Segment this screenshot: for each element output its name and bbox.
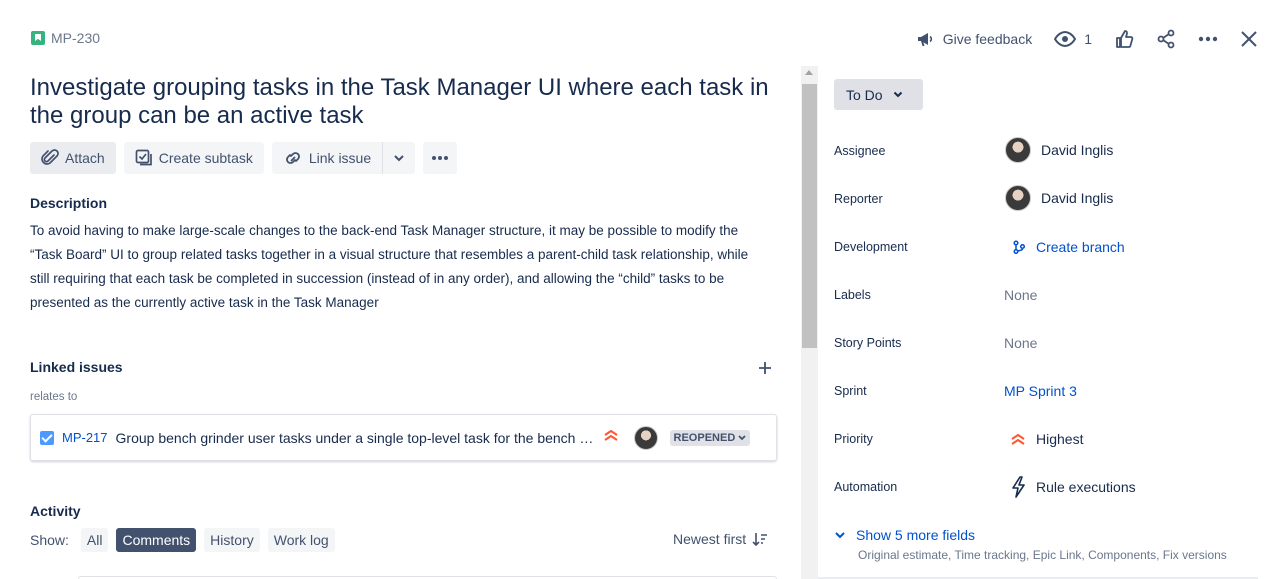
description-heading: Description [30, 195, 108, 211]
eye-icon [1054, 31, 1077, 47]
chevron-down-icon [738, 434, 746, 440]
create-subtask-label: Create subtask [158, 150, 253, 166]
chevron-down-icon [394, 155, 404, 162]
link-icon [285, 152, 300, 164]
reporter-value: David Inglis [1041, 190, 1114, 206]
issue-key[interactable]: MP-230 [51, 30, 100, 46]
share-button[interactable] [1156, 29, 1176, 49]
paperclip-icon [41, 149, 59, 165]
issue-title[interactable]: Investigate grouping tasks in the Task M… [30, 74, 770, 130]
assignee-value: David Inglis [1041, 142, 1114, 158]
linked-issue-key[interactable]: MP-217 [62, 430, 108, 445]
plus-icon [759, 362, 771, 374]
sprint-value[interactable]: MP Sprint 3 [1004, 383, 1077, 399]
share-icon [1157, 29, 1175, 49]
give-feedback-label: Give feedback [942, 31, 1033, 47]
thumbs-up-icon [1116, 30, 1134, 48]
reporter-field[interactable]: David Inglis [1005, 185, 1113, 211]
sort-icon [752, 533, 768, 546]
status-lozenge-label: REOPENED [673, 431, 736, 444]
issue-key-breadcrumb[interactable]: MP-230 [31, 30, 100, 46]
show-label: Show: [30, 532, 69, 548]
create-subtask-button[interactable]: Create subtask [123, 142, 264, 174]
link-issue-split-button: Link issue [271, 142, 416, 174]
megaphone-icon [917, 33, 932, 46]
reporter-label: Reporter [834, 192, 883, 206]
more-actions-button[interactable] [1198, 36, 1218, 42]
show-more-fields-button[interactable]: Show 5 more fields [834, 527, 975, 543]
add-linked-issue-button[interactable] [757, 360, 773, 381]
relation-label: relates to [30, 391, 78, 403]
branch-icon [1013, 240, 1026, 254]
labels-label: Labels [834, 288, 871, 302]
automation-label: Automation [834, 480, 898, 494]
linked-issue-summary[interactable]: Group bench grinder user tasks under a s… [116, 430, 600, 446]
priority-highest-icon [1011, 434, 1025, 445]
avatar [1005, 137, 1031, 163]
close-button[interactable] [1240, 30, 1258, 48]
story-points-value[interactable]: None [1004, 335, 1037, 351]
link-issue-button[interactable]: Link issue [271, 142, 383, 174]
show-more-fields-label: Show 5 more fields [856, 527, 976, 543]
sort-order-button[interactable]: Newest first [673, 531, 768, 547]
filter-history[interactable]: History [204, 528, 260, 552]
close-icon [1241, 31, 1257, 47]
labels-value[interactable]: None [1004, 287, 1037, 303]
assignee-label: Assignee [834, 144, 886, 158]
lightning-bolt-icon [1012, 476, 1025, 498]
status-lozenge[interactable]: REOPENED [669, 429, 751, 446]
sort-label: Newest first [673, 531, 747, 547]
rule-executions-button[interactable]: Rule executions [1010, 476, 1136, 498]
watch-count: 1 [1084, 31, 1092, 47]
chevron-down-icon [835, 532, 845, 539]
link-issue-dropdown[interactable] [382, 142, 416, 174]
vote-button[interactable] [1114, 29, 1134, 49]
activity-filter-bar: Show: All Comments History Work log [30, 528, 335, 552]
sprint-label: Sprint [834, 384, 867, 398]
description-text[interactable]: To avoid having to make large-scale chan… [30, 219, 770, 315]
status-dropdown[interactable]: To Do [834, 79, 923, 110]
scrollbar-thumb[interactable] [802, 84, 817, 348]
more-apps-button[interactable] [423, 142, 458, 174]
create-branch-link[interactable]: Create branch [1012, 239, 1125, 255]
priority-label: Priority [834, 432, 873, 446]
attach-button[interactable]: Attach [30, 142, 116, 174]
activity-heading: Activity [30, 503, 81, 519]
story-icon [31, 31, 45, 45]
priority-value: Highest [1036, 431, 1084, 447]
status-label: To Do [846, 86, 883, 103]
rule-executions-label: Rule executions [1036, 479, 1136, 495]
more-fields-list: Original estimate, Time tracking, Epic L… [858, 548, 1227, 562]
chevron-down-icon [893, 91, 902, 98]
story-points-label: Story Points [834, 336, 902, 350]
development-label: Development [834, 240, 908, 254]
task-checkbox-icon [40, 430, 54, 445]
scroll-up-arrow-icon[interactable] [805, 70, 813, 75]
priority-field[interactable]: Highest [1010, 431, 1083, 447]
avatar [1005, 185, 1031, 211]
linked-issues-heading: Linked issues [30, 359, 123, 375]
filter-all[interactable]: All [80, 528, 109, 552]
issue-action-bar: Attach Create subtask Link issue [30, 142, 458, 174]
assignee-field[interactable]: David Inglis [1005, 137, 1113, 163]
assignee-avatar[interactable] [633, 425, 658, 450]
linked-issue-row[interactable]: MP-217 Group bench grinder user tasks un… [30, 414, 777, 461]
give-feedback-button[interactable]: Give feedback [915, 29, 1033, 49]
watch-button[interactable]: 1 [1054, 31, 1092, 47]
more-icon [432, 156, 449, 160]
filter-comments[interactable]: Comments [116, 528, 197, 552]
more-icon [1198, 36, 1218, 42]
create-branch-label: Create branch [1036, 239, 1125, 255]
subtask-icon [135, 149, 152, 166]
link-issue-label: Link issue [308, 150, 372, 166]
priority-highest-icon [603, 428, 619, 447]
filter-work-log[interactable]: Work log [267, 528, 335, 552]
attach-label: Attach [65, 150, 105, 166]
issue-top-actions: Give feedback 1 [915, 26, 1258, 52]
